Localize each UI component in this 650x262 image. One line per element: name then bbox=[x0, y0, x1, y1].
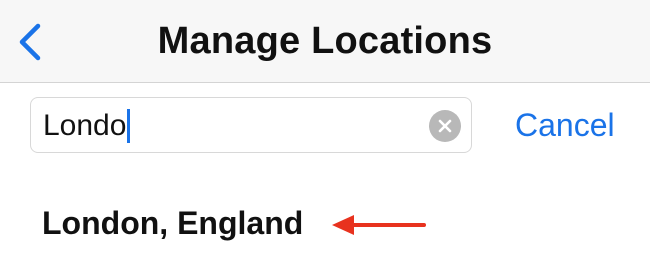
search-field[interactable]: Londo bbox=[30, 97, 472, 153]
page-title: Manage Locations bbox=[157, 19, 493, 62]
text-cursor bbox=[127, 109, 131, 143]
clear-circle-icon bbox=[438, 119, 452, 133]
navigation-bar: Manage Locations bbox=[0, 0, 650, 83]
search-result-item[interactable]: London, England bbox=[0, 191, 650, 261]
search-input-value: Londo bbox=[43, 109, 127, 142]
arrow-left-icon bbox=[332, 215, 426, 235]
search-result-label: London, England bbox=[42, 205, 304, 241]
search-screen: Londo Cancel London, England bbox=[0, 83, 650, 262]
clear-search-button[interactable] bbox=[429, 110, 461, 142]
cancel-button[interactable]: Cancel bbox=[515, 97, 615, 153]
search-input[interactable]: Londo bbox=[43, 98, 131, 154]
